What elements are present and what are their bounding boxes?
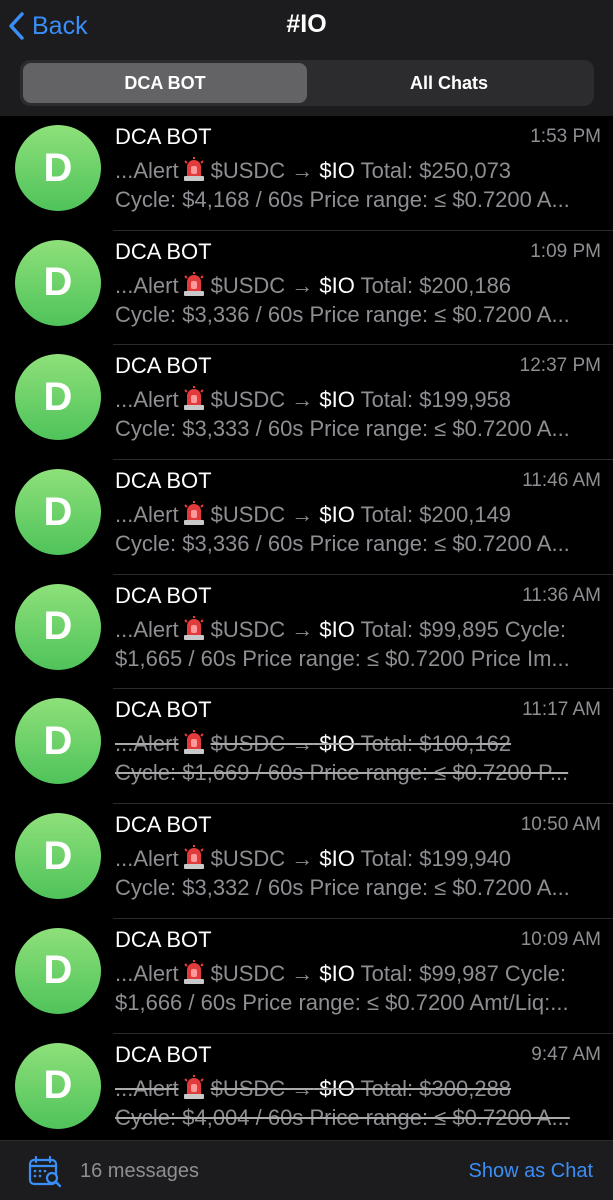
segmented-control: DCA BOT All Chats [20, 60, 594, 106]
rotating-light-icon [183, 386, 204, 411]
avatar: D [15, 354, 101, 441]
rotating-light-icon [183, 271, 204, 296]
message-preview-line2: Cycle: $3,336 / 60s Price range: ≤ $0.72… [115, 531, 570, 557]
message-preview-line1: ...Alert $USDC → $IO Total: $300,288 [115, 1074, 512, 1101]
avatar: D [15, 583, 101, 670]
avatar: D [15, 927, 101, 1014]
sender-name: DCA BOT [115, 582, 212, 608]
avatar: D [15, 239, 101, 326]
navigation-bar: Back #IO DCA BOT All Chats [0, 0, 613, 116]
sender-name: DCA BOT [115, 124, 212, 149]
sender-name: DCA BOT [115, 1041, 212, 1067]
message-preview-line2: Cycle: $3,336 / 60s Price range: ≤ $0.72… [115, 301, 570, 327]
message-time: 11:46 AM [522, 470, 601, 492]
tab-all-chats[interactable]: All Chats [307, 63, 591, 103]
message-preview-line1: ...Alert $USDC → $IO Total: $250,073 [115, 157, 512, 183]
message-preview-line2: Cycle: $4,168 / 60s Price range: ≤ $0.72… [115, 187, 570, 212]
sender-name: DCA BOT [115, 812, 212, 838]
rotating-light-icon [183, 959, 204, 984]
message-preview-line2: Cycle: $1,669 / 60s Price range: ≤ $0.72… [115, 760, 569, 786]
list-item[interactable]: D DCA BOT 11:17 AM ...Alert $USDC → $IO T… [0, 689, 613, 805]
show-as-chat-button[interactable]: Show as Chat [468, 1160, 593, 1183]
message-preview-line1: ...Alert $USDC → $IO Total: $199,940 [115, 845, 512, 872]
list-item[interactable]: D DCA BOT 10:50 AM ...Alert $USDC → $IO T… [0, 804, 613, 919]
list-item[interactable]: D DCA BOT 11:36 AM ...Alert $USDC → $IO T… [0, 575, 613, 690]
bottom-toolbar: 16 messages Show as Chat [0, 1140, 613, 1200]
list-item[interactable]: D DCA BOT 1:09 PM ...Alert $USDC → $IO To… [0, 231, 613, 346]
rotating-light-icon [183, 501, 204, 526]
message-preview-line2: $1,665 / 60s Price range: ≤ $0.7200 Pric… [115, 645, 570, 671]
list-item[interactable]: D DCA BOT 1:53 PM ...Alert $USDC → $IO To… [0, 116, 613, 231]
tab-dca-bot[interactable]: DCA BOT [23, 63, 307, 103]
message-preview-line1: ...Alert $USDC → $IO Total: $99,895 Cycle… [115, 615, 567, 642]
rotating-light-icon [183, 730, 204, 755]
message-preview-line1: ...Alert $USDC → $IO Total: $200,186 [115, 271, 512, 298]
message-time: 1:09 PM [530, 240, 601, 262]
message-time: 11:36 AM [522, 584, 601, 606]
sender-name: DCA BOT [115, 926, 212, 952]
list-item[interactable]: D DCA BOT 12:37 PM ...Alert $USDC → $IO T… [0, 345, 613, 461]
rotating-light-icon [183, 1074, 204, 1099]
message-preview-line1: ...Alert $USDC → $IO Total: $200,149 [115, 501, 512, 528]
message-time: 12:37 PM [519, 355, 601, 377]
message-preview-line1: ...Alert $USDC → $IO Total: $99,987 Cycle… [115, 959, 567, 986]
avatar: D [15, 469, 101, 556]
message-preview-line1: ...Alert $USDC → $IO Total: $100,162 [115, 730, 512, 757]
message-preview-line1: ...Alert $USDC → $IO Total: $199,958 [115, 386, 512, 413]
message-count: 16 messages [80, 1160, 199, 1182]
message-preview-line2: $1,666 / 60s Price range: ≤ $0.7200 Amt/… [115, 989, 569, 1015]
sender-name: DCA BOT [115, 697, 212, 723]
message-time: 1:53 PM [530, 126, 601, 147]
sender-name: DCA BOT [115, 238, 212, 264]
list-item[interactable]: D DCA BOT 10:09 AM ...Alert $USDC → $IO T… [0, 919, 613, 1034]
avatar: D [15, 813, 101, 900]
calendar-search-icon[interactable] [28, 1156, 62, 1188]
message-list: D DCA BOT 1:53 PM ...Alert $USDC → $IO To… [0, 116, 613, 1149]
avatar: D [15, 698, 101, 785]
message-preview-line2: Cycle: $4,004 / 60s Price range: ≤ $0.72… [115, 1104, 570, 1130]
rotating-light-icon [183, 845, 204, 870]
message-preview-line2: Cycle: $3,332 / 60s Price range: ≤ $0.72… [115, 875, 570, 901]
page-title: #IO [286, 10, 327, 38]
sender-name: DCA BOT [115, 353, 212, 379]
message-time: 11:17 AM [522, 699, 601, 721]
avatar: D [15, 125, 101, 211]
message-time: 10:50 AM [520, 814, 601, 836]
list-item[interactable]: D DCA BOT 11:46 AM ...Alert $USDC → $IO T… [0, 460, 613, 575]
sender-name: DCA BOT [115, 468, 212, 494]
message-time: 10:09 AM [520, 928, 601, 950]
rotating-light-icon [183, 615, 204, 640]
message-preview-line2: Cycle: $3,333 / 60s Price range: ≤ $0.72… [115, 416, 570, 442]
list-item[interactable]: D DCA BOT 9:47 AM ...Alert $USDC → $IO To… [0, 1034, 613, 1149]
rotating-light-icon [183, 157, 204, 181]
message-time: 9:47 AM [531, 1043, 601, 1065]
avatar: D [15, 1042, 101, 1129]
